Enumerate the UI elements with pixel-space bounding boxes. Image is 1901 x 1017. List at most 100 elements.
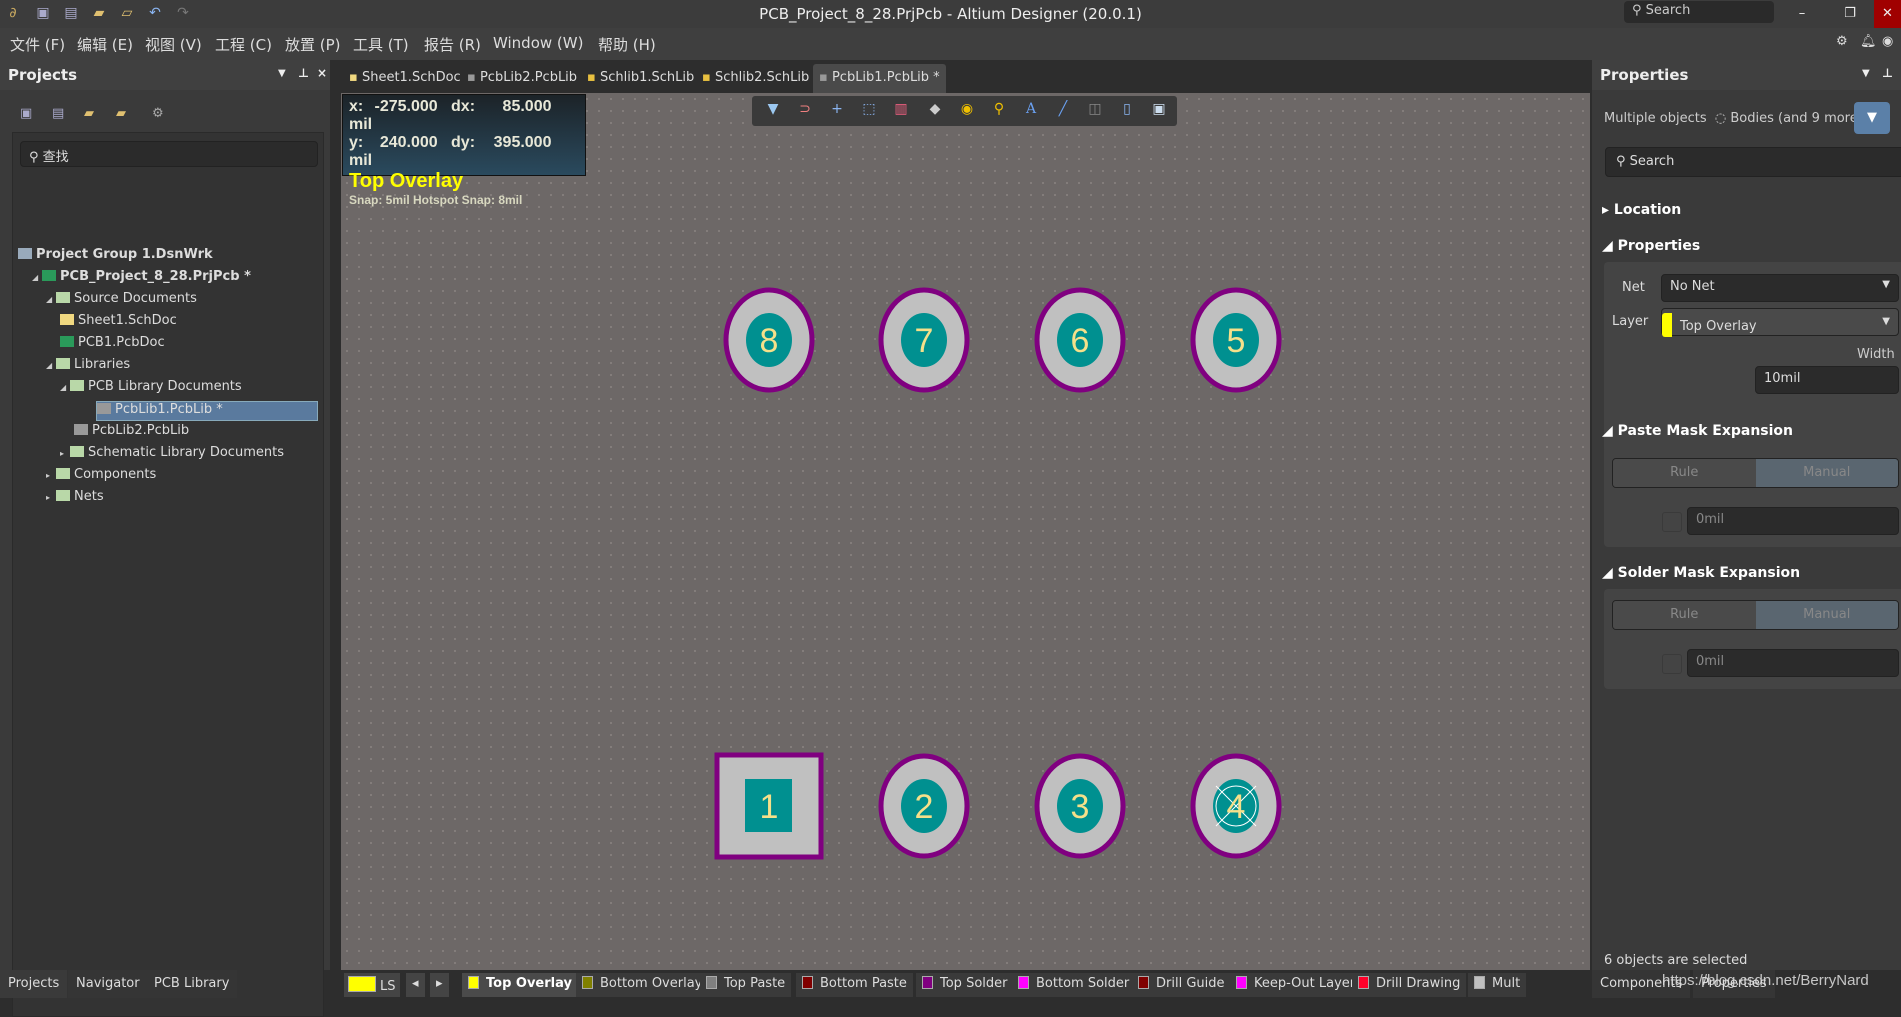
menu-item[interactable]: 工具 (T) [353,34,409,55]
expand-caret-icon[interactable]: ◢ [60,383,70,392]
paste-checkbox[interactable] [1662,512,1682,532]
select-rect-icon[interactable]: ⬚ [858,101,880,121]
menu-item[interactable]: 工程 (C) [215,34,272,55]
menu-item[interactable]: 帮助 (H) [598,34,656,55]
expand-caret-icon[interactable]: ◢ [46,295,56,304]
global-search[interactable]: ⚲ Search [1624,1,1774,23]
expand-caret-icon[interactable]: ◢ [46,361,56,370]
expand-caret-icon[interactable]: ▸ [60,449,70,458]
layer-tab[interactable]: Drill Drawing [1352,973,1467,997]
pad-5[interactable]: 5 [1190,287,1282,393]
panel-menu-icon[interactable]: ▼ [1862,68,1870,79]
tree-item[interactable]: ▸ Components [46,467,156,487]
minimize-button[interactable]: – [1782,0,1822,28]
close-icon[interactable]: × [317,66,327,80]
pad-7[interactable]: 7 [878,287,970,393]
panel-tab[interactable]: PCB Library [146,970,238,998]
pad-8[interactable]: 8 [723,287,815,393]
tree-item[interactable]: PcbLib2.PcbLib [74,423,189,443]
pad-6[interactable]: 6 [1034,287,1126,393]
region-icon[interactable]: ▣ [1148,101,1170,121]
tree-item[interactable]: Sheet1.SchDoc [60,313,177,333]
layer-tab[interactable]: Keep-Out Layer [1230,973,1362,997]
width-input[interactable]: 10mil [1755,366,1899,394]
solder-manual-button[interactable]: Manual [1755,601,1898,629]
menu-item[interactable]: Window (W) [493,34,583,52]
layer-tab[interactable]: Bottom Paste [796,973,913,997]
component-icon[interactable]: ◆ [924,101,946,121]
solder-value-input[interactable]: 0mil [1687,649,1899,677]
pin-icon[interactable]: ⊥ [1882,66,1893,80]
pin-icon[interactable]: ⊥ [298,66,309,80]
pad-4[interactable]: 4 [1190,753,1282,859]
prev-layer-button[interactable]: ◂ [406,973,425,997]
folder-settings-icon[interactable]: ▰ [116,106,126,121]
layer-tab[interactable]: Bottom Solder [1012,973,1136,997]
menu-item[interactable]: 视图 (V) [145,34,202,55]
explore-icon[interactable]: ▰ [84,106,94,121]
tree-item[interactable]: ▸ Nets [46,489,104,509]
pad-2[interactable]: 2 [878,753,970,859]
menu-item[interactable]: 文件 (F) [10,34,65,55]
layer-tab[interactable]: Top Solder [916,973,1014,997]
layer-tab[interactable]: Top Overlay [462,973,578,997]
bell-icon[interactable]: 🔔︎ [1860,34,1877,49]
save-project-icon[interactable]: ▣ [20,106,32,121]
paste-value-input[interactable]: 0mil [1687,507,1899,535]
align-icon[interactable]: ▥ [890,101,912,121]
document-tab[interactable]: ▪ Schlib1.SchLib [581,64,700,93]
menu-item[interactable]: 放置 (P) [285,34,341,55]
crosshair-icon[interactable]: + [826,101,848,121]
layer-tab[interactable]: Drill Guide [1132,973,1231,997]
panel-menu-icon[interactable]: ▼ [278,68,286,79]
current-layer-button[interactable]: LS [344,973,400,997]
document-tab[interactable]: ▪ Schlib2.SchLib [696,64,815,93]
layer-tab[interactable]: Top Paste [700,973,792,997]
properties-search-input[interactable]: ⚲ Search [1605,147,1901,177]
solder-mask-section[interactable]: ◢ Solder Mask Expansion [1602,565,1800,581]
pad-1[interactable]: 1 [714,752,824,860]
copy-icon[interactable]: ▤ [52,106,64,121]
settings-icon[interactable]: ⚙ [1836,34,1848,49]
line-icon[interactable]: ╱ [1052,101,1074,121]
tree-item[interactable]: ◢ PCB Library Documents [60,379,242,399]
properties-section[interactable]: ◢ Properties [1602,238,1700,254]
text-icon[interactable]: A [1020,101,1042,121]
menu-item[interactable]: 编辑 (E) [77,34,133,55]
tree-item[interactable]: PCB1.PcbDoc [60,335,165,355]
menu-item[interactable]: 报告 (R) [424,34,481,55]
restore-button[interactable]: ❐ [1830,0,1870,28]
document-tab[interactable]: ▪ Sheet1.SchDoc [343,64,467,93]
expand-caret-icon[interactable]: ▸ [46,493,56,502]
dimension-icon[interactable]: ◫ [1084,101,1106,121]
solder-rule-button[interactable]: Rule [1613,601,1756,629]
panel-tab[interactable]: Projects [0,970,68,998]
user-icon[interactable]: ◉ [1882,34,1893,49]
tree-item[interactable]: ◢ PCB_Project_8_28.PrjPcb * [32,269,251,289]
solder-checkbox[interactable] [1662,654,1682,674]
close-button[interactable]: ✕ [1874,0,1901,28]
string-icon[interactable]: ▯ [1116,101,1138,121]
next-layer-button[interactable]: ▸ [430,973,449,997]
project-search-input[interactable]: ⚲ 查找 [20,141,318,167]
location-section[interactable]: ▸ Location [1602,202,1681,218]
filter-button[interactable]: ▼ [1854,102,1890,134]
layer-tab[interactable]: Bottom Overlay [576,973,709,997]
pad-icon[interactable]: ◉ [956,101,978,121]
pad-3[interactable]: 3 [1034,753,1126,859]
layer-dropdown[interactable]: Top Overlay ▼ [1661,308,1899,337]
tree-item[interactable]: ▸ Schematic Library Documents [60,445,284,465]
document-tab[interactable]: ▪ PcbLib2.PcbLib [461,64,583,93]
panel-tab[interactable]: Navigator [68,970,148,998]
net-dropdown[interactable]: No Net ▼ [1661,274,1899,302]
document-tab[interactable]: ▪ PcbLib1.PcbLib * [813,64,946,93]
tree-item[interactable]: ◢ Libraries [46,357,130,377]
paste-rule-button[interactable]: Rule [1613,459,1756,487]
paste-mask-section[interactable]: ◢ Paste Mask Expansion [1602,423,1793,439]
tree-item[interactable]: ◢ Source Documents [46,291,197,311]
filter-icon[interactable]: ▼ [762,101,784,121]
tree-item[interactable]: Project Group 1.DsnWrk [18,247,213,267]
pcb-canvas[interactable]: 8 7 6 5 1 2 3 4 [341,93,1590,970]
via-icon[interactable]: ⚲ [988,101,1010,121]
paste-manual-button[interactable]: Manual [1755,459,1898,487]
